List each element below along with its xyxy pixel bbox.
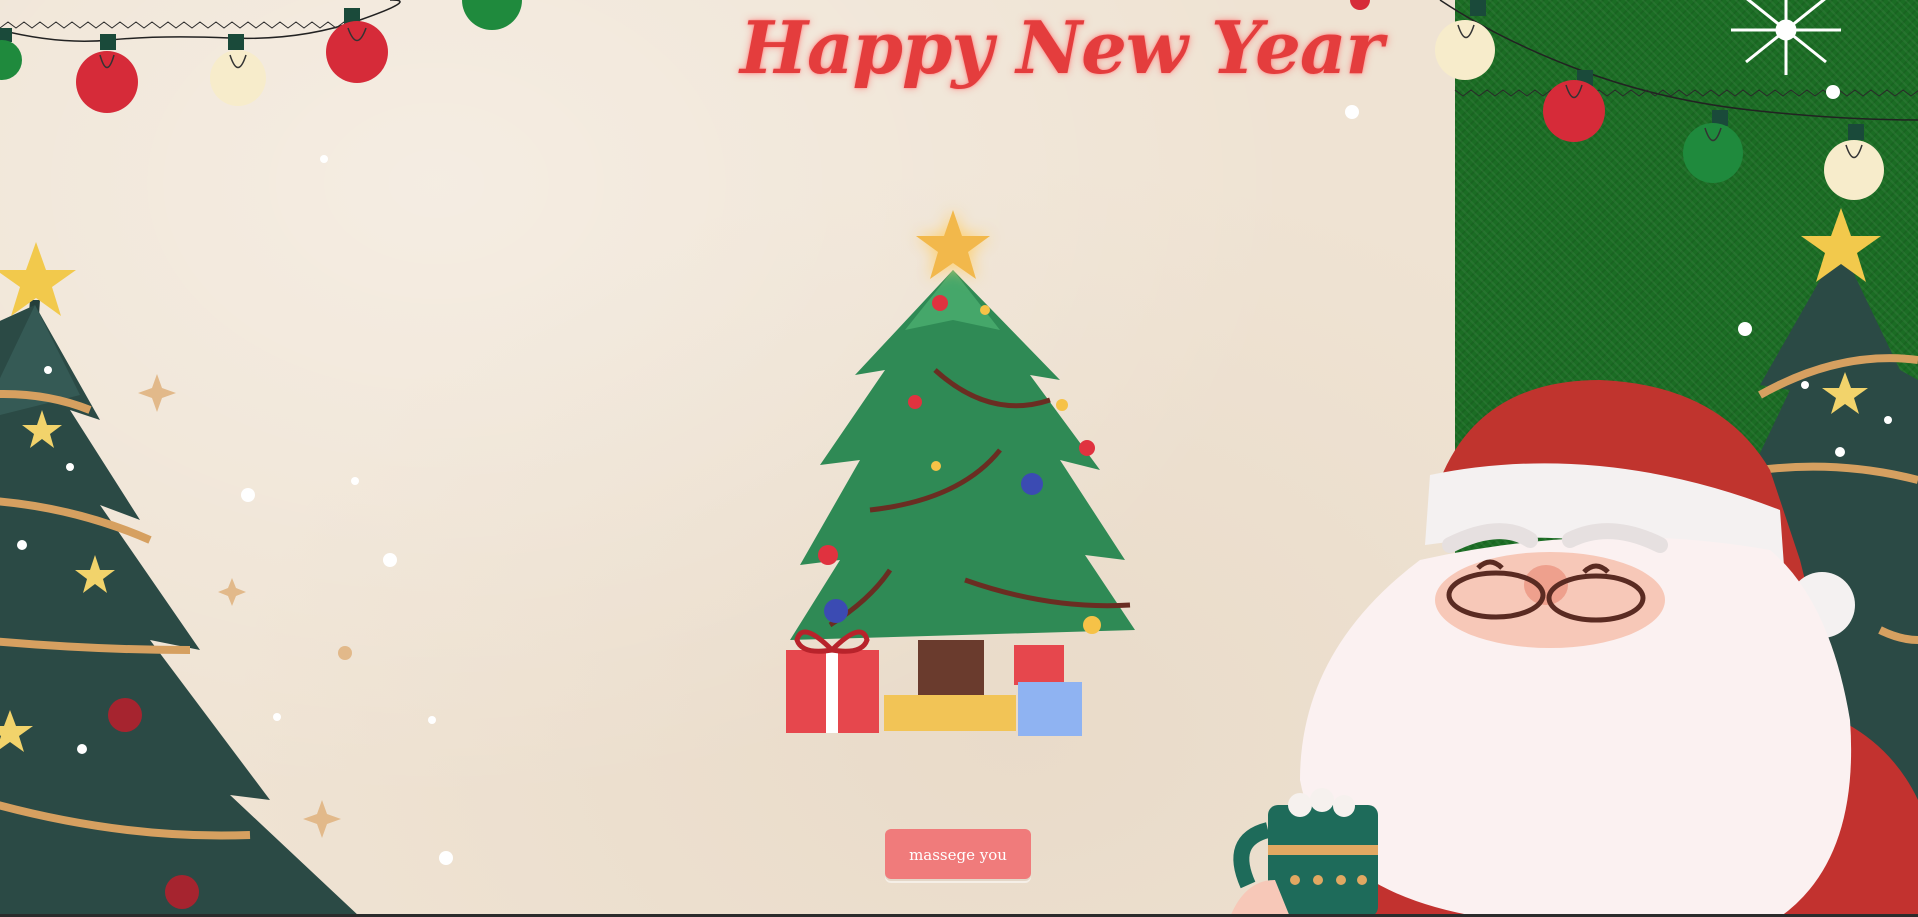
left-christmas-tree xyxy=(0,242,360,917)
card-stage: Happy New Year massege you xyxy=(0,0,1918,917)
light-bulb-icon xyxy=(0,28,22,80)
snowflake-icon xyxy=(1731,0,1841,75)
light-bulb-icon xyxy=(1683,110,1743,183)
left-string-lights xyxy=(0,0,522,113)
page-title: Happy New Year xyxy=(740,5,1383,90)
light-bulb-icon xyxy=(326,8,388,83)
light-bulb-icon xyxy=(462,0,522,30)
light-bulb-icon xyxy=(1543,70,1605,142)
christmas-tree-illustration xyxy=(786,210,1135,736)
light-bulb-icon xyxy=(76,34,138,113)
star-icon xyxy=(916,210,990,279)
light-bulb-icon xyxy=(210,34,266,106)
light-bulb-icon xyxy=(1824,124,1884,200)
light-bulb-icon xyxy=(1435,0,1495,80)
message-button[interactable]: massege you xyxy=(885,829,1031,879)
scene-illustration xyxy=(0,0,1918,917)
